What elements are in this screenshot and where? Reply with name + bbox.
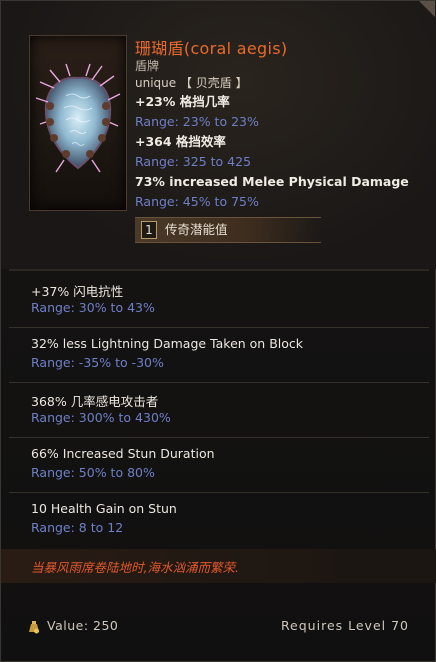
legendary-potential-label: 传奇潜能值 <box>165 222 228 237</box>
implicit-range: Range: 23% to 23% <box>135 114 259 129</box>
affix-range: Range: 50% to 80% <box>31 465 155 480</box>
affix-stat: 10 Health Gain on Stun <box>31 501 177 516</box>
tooltip-footer: Value: 250 Requires Level 70 <box>1 605 436 645</box>
affix-range: Range: 8 to 12 <box>31 520 124 535</box>
item-value: Value: 250 <box>47 618 119 633</box>
affix-row: 66% Increased Stun Duration Range: 50% t… <box>9 437 429 492</box>
affix-stat: 368% 几率感电攻击者 <box>31 394 159 409</box>
affix-range: Range: 30% to 43% <box>31 300 155 315</box>
affix-stat: 32% less Lightning Damage Taken on Block <box>31 336 304 351</box>
section-divider <box>9 269 429 271</box>
item-icon-frame <box>29 35 127 211</box>
coin-bag-icon <box>29 621 39 634</box>
tooltip-header: 珊瑚盾(coral aegis) 盾牌 unique 【 贝壳盾 】 +23% … <box>1 1 436 269</box>
affix-row: 32% less Lightning Damage Taken on Block… <box>9 327 429 382</box>
implicit-range: Range: 325 to 425 <box>135 154 252 169</box>
affix-list: +37% 闪电抗性 Range: 30% to 43% 32% less Lig… <box>9 273 429 547</box>
flavor-text: 当暴风雨席卷陆地时,海水汹涌而繁荣. <box>31 560 239 575</box>
implicit-stat: +364 格挡效率 <box>135 134 226 149</box>
affix-row: 368% 几率感电攻击者 Range: 300% to 430% <box>9 382 429 437</box>
corner-accent <box>419 1 435 17</box>
implicit-stat: +23% 格挡几率 <box>135 94 230 109</box>
affix-stat: 66% Increased Stun Duration <box>31 446 215 461</box>
coral-shield-icon <box>35 63 121 173</box>
affix-row: 10 Health Gain on Stun Range: 8 to 12 <box>9 492 429 547</box>
legendary-potential-count: 1 <box>141 221 157 239</box>
affix-range: Range: -35% to -30% <box>31 355 164 370</box>
item-name: 珊瑚盾(coral aegis) <box>135 39 288 58</box>
item-info: 珊瑚盾(coral aegis) 盾牌 unique 【 贝壳盾 】 +23% … <box>135 39 425 212</box>
item-tooltip: 珊瑚盾(coral aegis) 盾牌 unique 【 贝壳盾 】 +23% … <box>0 0 436 662</box>
implicit-stat: 73% increased Melee Physical Damage <box>135 174 409 189</box>
flavor-text-band: 当暴风雨席卷陆地时,海水汹涌而繁荣. <box>1 549 436 583</box>
affix-stat: +37% 闪电抗性 <box>31 284 124 299</box>
affix-range: Range: 300% to 430% <box>31 410 171 425</box>
implicit-range: Range: 45% to 75% <box>135 194 259 209</box>
item-rarity: unique 【 贝壳盾 】 <box>135 76 248 90</box>
item-type: 盾牌 <box>135 59 160 73</box>
level-requirement: Requires Level 70 <box>280 618 409 633</box>
legendary-potential: 1 传奇潜能值 <box>135 217 321 243</box>
affix-row: +37% 闪电抗性 Range: 30% to 43% <box>9 273 429 327</box>
